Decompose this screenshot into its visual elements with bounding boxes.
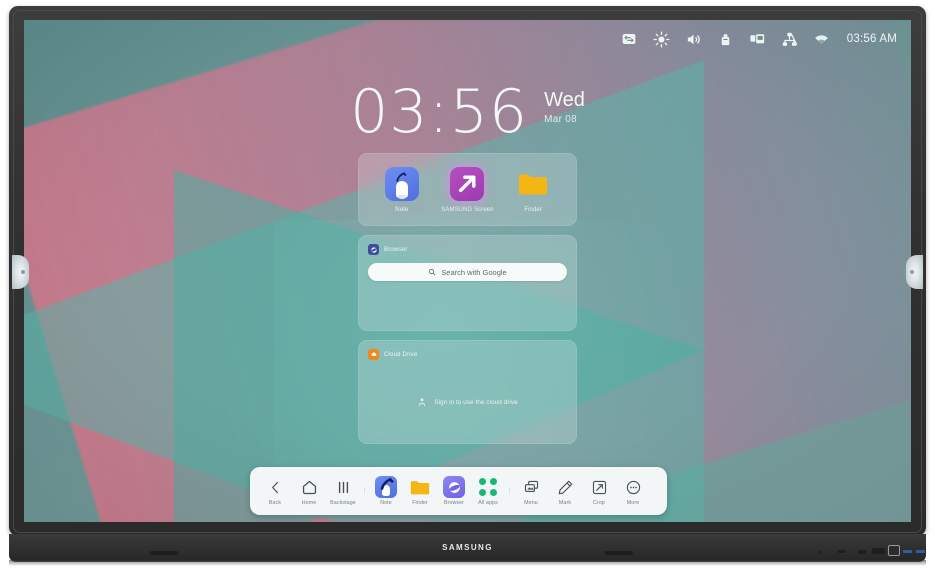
home-icon xyxy=(301,476,318,498)
taskbar-item-crop[interactable]: Crop xyxy=(582,469,616,513)
browser-widget-header: Browser xyxy=(368,244,567,255)
taskbar-label: Menu xyxy=(524,500,538,506)
taskbar-item-backstage[interactable]: Backstage xyxy=(326,469,360,513)
taskbar-label: All apps xyxy=(478,500,498,506)
browser-widget-title: Browser xyxy=(384,246,408,253)
search-icon xyxy=(429,268,436,276)
taskbar-item-all-apps[interactable]: All apps xyxy=(471,469,505,513)
clock-time: 03:56 xyxy=(350,77,529,147)
shortcut-label: Finder xyxy=(524,206,542,213)
browser-widget: Browser Search with Google xyxy=(358,235,577,331)
status-bar-clock: 03:56 AM xyxy=(846,33,897,45)
volume-icon[interactable] xyxy=(685,31,702,48)
backstage-icon xyxy=(335,476,352,498)
clock-weekday: Wed xyxy=(544,89,585,111)
chevron-left-icon xyxy=(268,476,283,498)
taskbar-separator-left: ⋮ xyxy=(361,487,368,495)
shortcuts-widget: Note SAMSUNG Screen Finder xyxy=(358,153,577,226)
finder-folder-icon xyxy=(516,167,550,201)
note-app-icon xyxy=(375,476,397,498)
port-hdmi xyxy=(858,550,866,554)
taskbar-item-more[interactable]: More xyxy=(616,469,650,513)
taskbar-item-mark[interactable]: Mark xyxy=(548,469,582,513)
search-placeholder: Search with Google xyxy=(441,267,507,277)
taskbar-item-note[interactable]: Note xyxy=(369,469,403,513)
all-apps-icon xyxy=(479,478,497,496)
taskbar-label: Note xyxy=(380,500,392,506)
status-bar: 03:56 AM xyxy=(621,28,897,50)
samsung-interactive-display: 03:56 AM 03:56 Wed Mar 08 Note SAMSUNG S… xyxy=(0,0,935,568)
cloud-widget-header: Cloud Drive xyxy=(368,349,567,360)
screen-share-icon[interactable] xyxy=(749,31,766,48)
more-circle-icon xyxy=(625,476,642,498)
taskbar-item-browser[interactable]: Browser xyxy=(437,469,471,513)
left-pull-tab[interactable] xyxy=(12,255,29,289)
taskbar-label: Browser xyxy=(443,500,465,506)
wifi-icon[interactable] xyxy=(813,31,830,48)
taskbar-item-home[interactable]: Home xyxy=(292,469,326,513)
clock-date: Mar 08 xyxy=(544,114,578,125)
shortcut-finder[interactable]: Finder xyxy=(505,167,561,213)
note-app-icon xyxy=(384,166,419,201)
taskbar: Back Home Backstage ⋮ Note Finder Browse… xyxy=(250,467,667,515)
brightness-icon[interactable] xyxy=(653,30,670,48)
right-pull-tab[interactable] xyxy=(906,255,923,289)
search-input[interactable]: Search with Google xyxy=(368,263,567,281)
taskbar-label: Finder xyxy=(412,500,428,506)
menu-windows-icon xyxy=(523,476,540,498)
shortcut-label: Note xyxy=(395,206,409,213)
taskbar-item-back[interactable]: Back xyxy=(258,469,292,513)
shortcut-note[interactable]: Note xyxy=(374,166,430,213)
shortcut-samsung-screen[interactable]: SAMSUNG Screen xyxy=(439,166,495,213)
shortcut-label: SAMSUNG Screen xyxy=(441,206,494,213)
taskbar-label: Home xyxy=(301,500,317,506)
taskbar-label: Backstage xyxy=(330,500,356,506)
speaker-vent-right xyxy=(605,551,633,555)
samsung-screen-icon xyxy=(450,166,485,201)
port-ethernet xyxy=(888,545,900,556)
taskbar-item-finder[interactable]: Finder xyxy=(403,469,437,513)
browser-app-icon xyxy=(443,476,465,498)
taskbar-label: Crop xyxy=(593,500,605,506)
speaker-vent-left xyxy=(150,551,178,555)
widget-column: Note SAMSUNG Screen Finder Browser Searc… xyxy=(358,153,577,444)
crop-icon xyxy=(591,476,608,498)
port-small xyxy=(838,550,845,553)
port-wide xyxy=(872,548,885,554)
person-icon xyxy=(419,398,426,407)
browser-widget-icon xyxy=(368,244,379,255)
screen: 03:56 AM 03:56 Wed Mar 08 Note SAMSUNG S… xyxy=(24,20,911,522)
brand-logo: SAMSUNG xyxy=(442,543,493,552)
cloud-empty-text: Sign in to use the cloud drive xyxy=(434,398,518,406)
input-source-icon[interactable] xyxy=(621,31,638,48)
device-shadow xyxy=(9,560,926,566)
taskbar-label: Mark xyxy=(558,500,572,506)
clock-widget[interactable]: 03:56 Wed Mar 08 xyxy=(24,82,911,142)
finder-folder-icon xyxy=(409,476,431,498)
cloud-drive-icon xyxy=(368,349,379,360)
clock-date-block: Wed Mar 08 xyxy=(544,89,585,125)
taskbar-separator-right: ⋮ xyxy=(506,487,513,495)
port-usb-1 xyxy=(903,550,912,553)
taskbar-label: More xyxy=(626,500,640,506)
pencil-icon xyxy=(557,476,574,498)
port-indicator xyxy=(818,551,821,554)
cloud-signin-prompt[interactable]: Sign in to use the cloud drive xyxy=(359,397,576,407)
cloud-drive-widget: Cloud Drive Sign in to use the cloud dri… xyxy=(358,340,577,444)
usb-icon[interactable] xyxy=(717,31,734,48)
cloud-widget-title: Cloud Drive xyxy=(384,351,418,358)
port-usb-2 xyxy=(916,550,925,553)
network-icon[interactable] xyxy=(781,31,798,48)
port-panel xyxy=(800,542,925,560)
taskbar-label: Back xyxy=(268,500,282,506)
taskbar-item-menu[interactable]: Menu xyxy=(514,469,548,513)
